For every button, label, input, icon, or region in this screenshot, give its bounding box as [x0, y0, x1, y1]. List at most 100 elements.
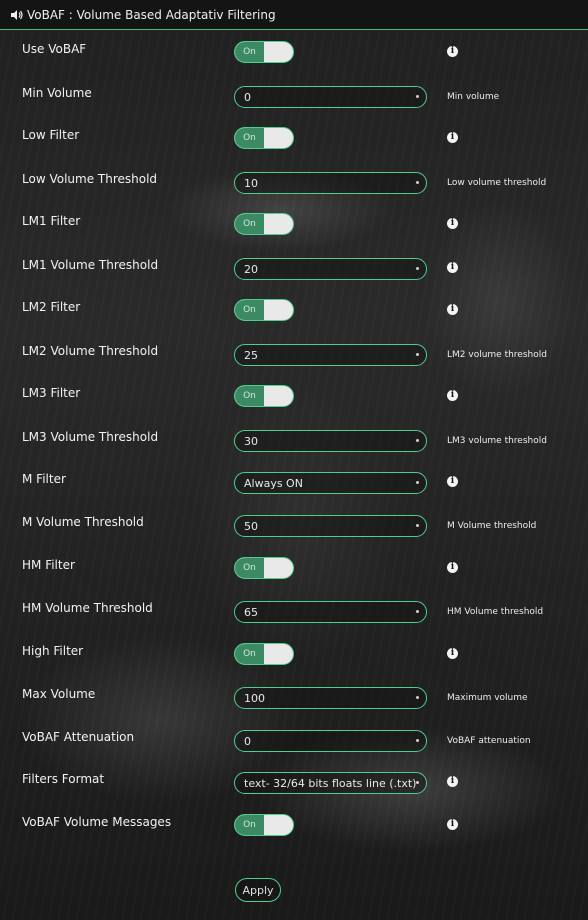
info-icon[interactable]: i	[447, 46, 458, 57]
setting-label: M Filter	[22, 472, 66, 486]
select-value: 100	[244, 691, 265, 705]
select-value: Always ON	[244, 476, 303, 490]
setting-label: M Volume Threshold	[22, 515, 144, 529]
select-value: 0	[244, 734, 251, 748]
on-off-toggle[interactable]: On	[234, 213, 294, 235]
setting-label: VoBAF Volume Messages	[22, 815, 172, 829]
settings-row: Max Volume 100 Maximum volume	[0, 687, 588, 717]
settings-row: LM3 Volume Threshold 30 LM3 volume thresho…	[0, 430, 588, 460]
dropdown-caret-icon	[416, 481, 419, 484]
setting-hint: Low volume threshold	[447, 178, 547, 188]
setting-hint: Min volume	[447, 92, 500, 102]
toggle-state-label: On	[235, 644, 264, 664]
dropdown-caret-icon	[416, 524, 419, 527]
settings-row: Low Volume Threshold 10 Low volume thresho…	[0, 172, 588, 202]
select-value: text- 32/64 bits floats line (.txt)	[244, 776, 417, 790]
dropdown-caret-icon	[416, 181, 419, 184]
setting-hint: LM2 volume threshold	[447, 350, 547, 360]
panel-header: VoBAF : Volume Based Adaptativ Filtering	[0, 0, 588, 30]
settings-row: M Volume Threshold 50 M Volume threshold	[0, 515, 588, 545]
toggle-state-label: On	[235, 386, 264, 406]
toggle-state-label: On	[235, 128, 264, 148]
dropdown-caret-icon	[416, 95, 419, 98]
value-select[interactable]: 65	[234, 601, 427, 623]
select-value: 20	[244, 262, 258, 276]
select-value: 50	[244, 519, 258, 533]
dropdown-caret-icon	[416, 739, 419, 742]
settings-row: HM Volume Threshold 65 HM Volume threshold	[0, 601, 588, 631]
setting-hint: LM3 volume threshold	[447, 436, 547, 446]
info-icon[interactable]: i	[447, 390, 458, 401]
setting-label: LM1 Filter	[22, 214, 81, 228]
setting-hint: HM Volume threshold	[447, 607, 544, 617]
setting-label: High Filter	[22, 644, 84, 658]
settings-row: Filters Format text- 32/64 bits floats li…	[0, 772, 588, 802]
on-off-toggle[interactable]: On	[234, 127, 294, 149]
select-value: 65	[244, 605, 258, 619]
toggle-state-label: On	[235, 42, 264, 62]
dropdown-caret-icon	[416, 439, 419, 442]
dropdown-caret-icon	[416, 781, 419, 784]
apply-button[interactable]: Apply	[235, 878, 281, 902]
setting-label: HM Filter	[22, 558, 75, 572]
info-icon[interactable]: i	[447, 648, 458, 659]
settings-row: LM3 Filter On i	[0, 385, 588, 416]
settings-row: Use VoBAF On i	[0, 41, 588, 72]
settings-row: LM1 Volume Threshold 20 i	[0, 258, 588, 288]
on-off-toggle[interactable]: On	[234, 299, 294, 321]
value-select[interactable]: Always ON	[234, 472, 427, 494]
panel-title: VoBAF : Volume Based Adaptativ Filtering	[27, 7, 276, 22]
info-icon[interactable]: i	[447, 218, 458, 229]
dropdown-caret-icon	[416, 610, 419, 613]
setting-label: LM2 Volume Threshold	[22, 344, 159, 358]
info-icon[interactable]: i	[447, 304, 458, 315]
settings-row: LM2 Volume Threshold 25 LM2 volume thresho…	[0, 344, 588, 374]
toggle-state-label: On	[235, 558, 264, 578]
setting-label: LM1 Volume Threshold	[22, 258, 159, 272]
value-select[interactable]: 50	[234, 515, 427, 537]
on-off-toggle[interactable]: On	[234, 385, 294, 407]
setting-label: Min Volume	[22, 86, 92, 100]
settings-row: VoBAF Volume Messages On i	[0, 814, 588, 845]
setting-hint: M Volume threshold	[447, 521, 537, 531]
on-off-toggle[interactable]: On	[234, 557, 294, 579]
value-select[interactable]: 30	[234, 430, 427, 452]
value-select[interactable]: 0	[234, 730, 427, 752]
info-icon[interactable]: i	[447, 132, 458, 143]
on-off-toggle[interactable]: On	[234, 643, 294, 665]
settings-row: LM2 Filter On i	[0, 299, 588, 330]
value-select[interactable]: 10	[234, 172, 427, 194]
info-icon[interactable]: i	[447, 776, 458, 787]
info-icon[interactable]: i	[447, 262, 458, 273]
settings-row: LM1 Filter On i	[0, 213, 588, 244]
speaker-icon	[11, 9, 23, 20]
toggle-state-label: On	[235, 300, 264, 320]
dropdown-caret-icon	[416, 353, 419, 356]
value-select[interactable]: text- 32/64 bits floats line (.txt)	[234, 772, 427, 794]
setting-label: Max Volume	[22, 687, 96, 701]
info-icon[interactable]: i	[447, 562, 458, 573]
setting-label: LM2 Filter	[22, 300, 81, 314]
on-off-toggle[interactable]: On	[234, 41, 294, 63]
info-icon[interactable]: i	[447, 476, 458, 487]
settings-row: High Filter On i	[0, 643, 588, 674]
select-value: 25	[244, 348, 258, 362]
info-icon[interactable]: i	[447, 819, 458, 830]
setting-label: LM3 Volume Threshold	[22, 430, 159, 444]
setting-label: Low Volume Threshold	[22, 172, 158, 186]
value-select[interactable]: 20	[234, 258, 427, 280]
on-off-toggle[interactable]: On	[234, 814, 294, 836]
toggle-state-label: On	[235, 815, 264, 835]
setting-label: VoBAF Attenuation	[22, 730, 135, 744]
value-select[interactable]: 25	[234, 344, 427, 366]
toggle-state-label: On	[235, 214, 264, 234]
value-select[interactable]: 100	[234, 687, 427, 709]
setting-hint: Maximum volume	[447, 693, 528, 703]
select-value: 0	[244, 90, 251, 104]
setting-hint: VoBAF attenuation	[447, 736, 531, 746]
settings-row: M Filter Always ON i	[0, 472, 588, 502]
settings-row: VoBAF Attenuation 0 VoBAF attenuation	[0, 730, 588, 760]
value-select[interactable]: 0	[234, 86, 427, 108]
setting-label: Filters Format	[22, 772, 105, 786]
settings-row: HM Filter On i	[0, 557, 588, 588]
